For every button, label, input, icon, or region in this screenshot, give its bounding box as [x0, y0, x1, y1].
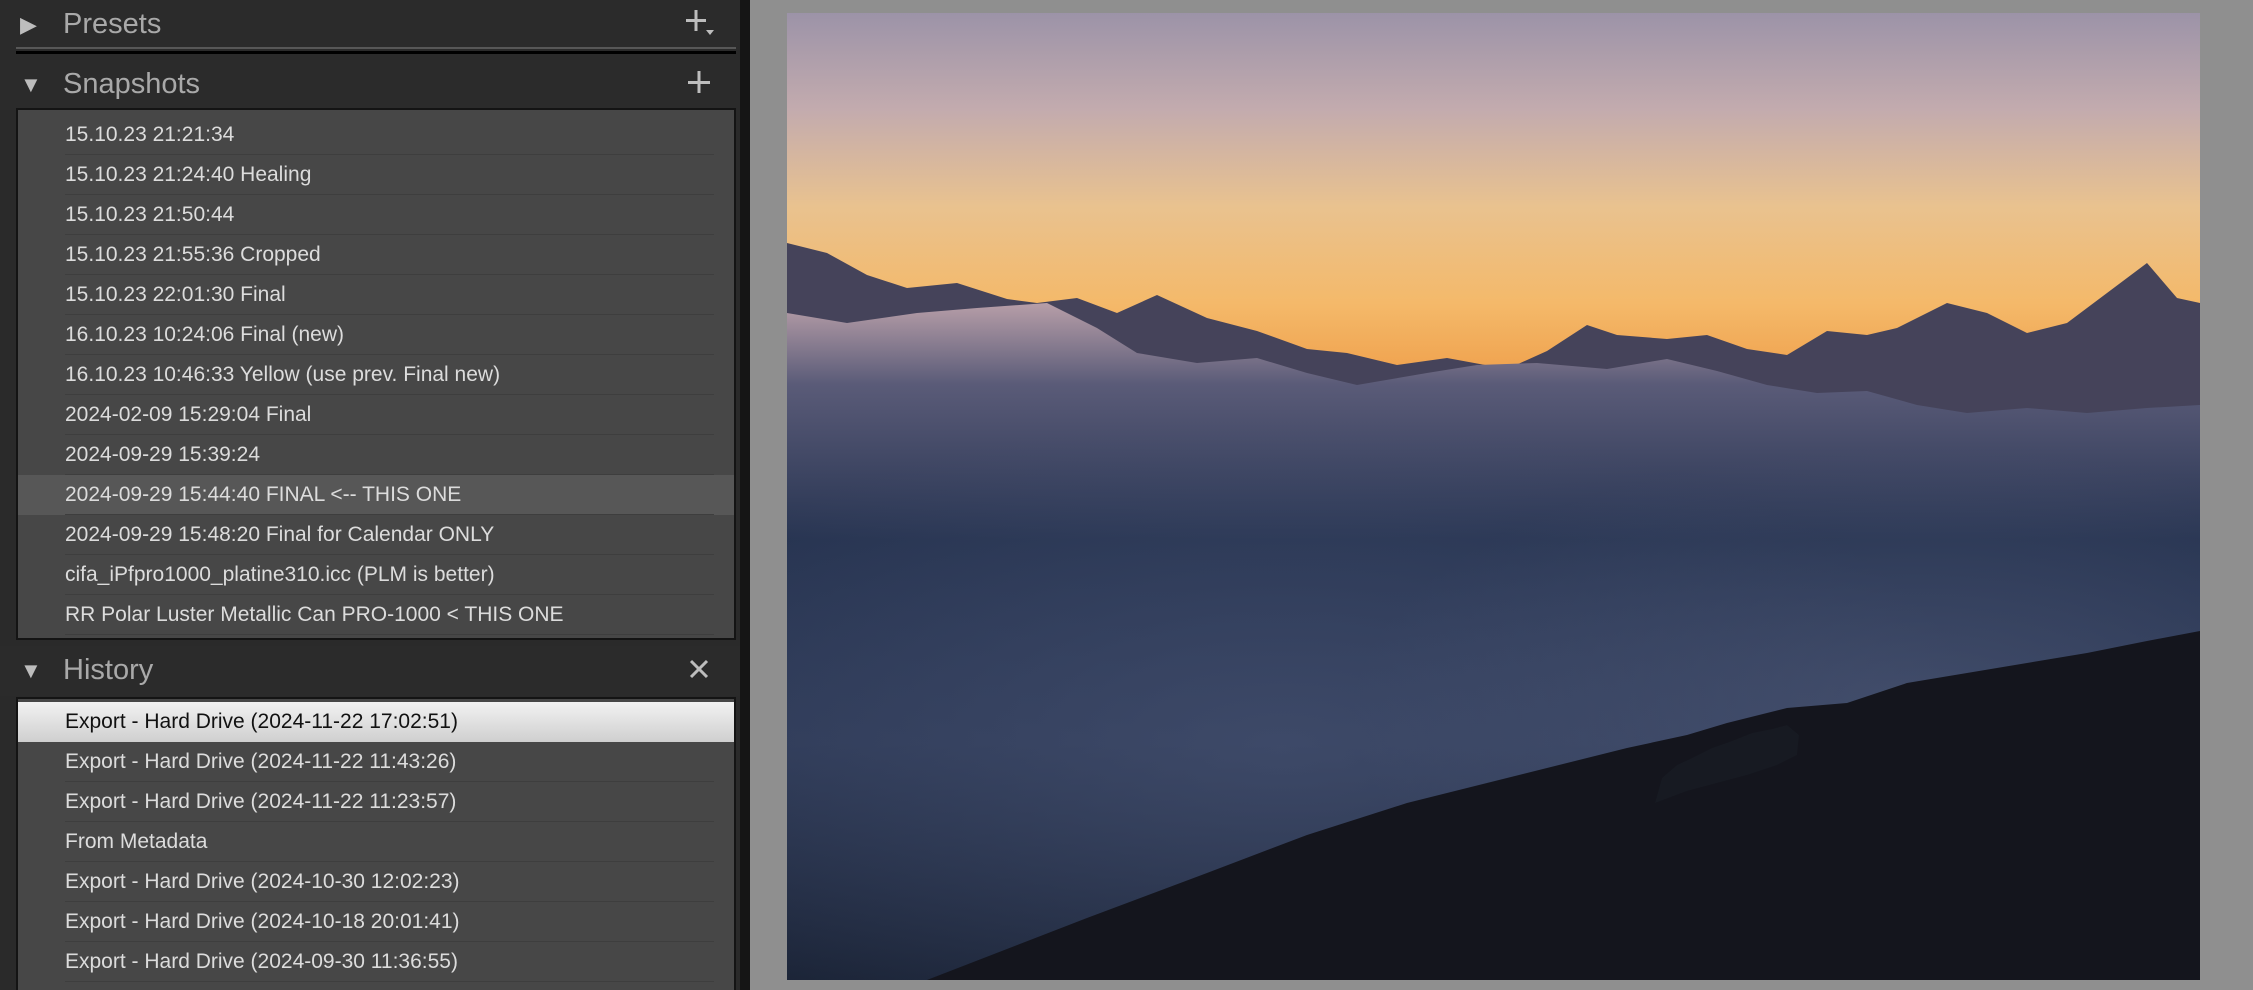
history-item-label: Export - Hard Drive (2024-09-30 11:36:55… [65, 950, 458, 973]
snapshot-item[interactable]: cifa_iPfpro1000_platine310.icc (PLM is b… [18, 555, 734, 595]
left-panel: ▶ Presets ▼ Snapshots 15.10.23 21:21:34 1… [0, 0, 750, 990]
mountain-sunset-photo [787, 13, 2200, 980]
add-snapshot-button[interactable] [682, 66, 716, 100]
history-item[interactable]: Export - Hard Drive (2024-11-22 11:43:26… [18, 742, 734, 782]
clear-history-button[interactable] [682, 652, 716, 686]
history-item-label: Export - Hard Drive (2024-11-22 11:23:57… [65, 790, 457, 813]
snapshot-item-label: RR Polar Luster Metallic Can PRO-1000 < … [65, 603, 564, 626]
history-item[interactable]: Export - Hard Drive (2024-09-30 11:36:55… [18, 942, 734, 982]
snapshots-title: Snapshots [63, 68, 201, 100]
snapshot-item-label: 2024-09-29 15:44:40 FINAL <-- THIS ONE [65, 483, 462, 506]
presets-title: Presets [63, 8, 162, 40]
history-panel-header[interactable]: ▼ History [0, 646, 740, 696]
preview-area [750, 0, 2253, 990]
history-item[interactable]: Export - Hard Drive (2024-10-18 20:01:41… [18, 902, 734, 942]
snapshot-item-label: cifa_iPfpro1000_platine310.icc (PLM is b… [65, 563, 495, 586]
snapshot-item[interactable]: 15.10.23 21:55:36 Cropped [18, 235, 734, 275]
snapshot-item[interactable]: 2024-09-29 15:39:24 [18, 435, 734, 475]
snapshot-item[interactable]: 16.10.23 10:24:06 Final (new) [18, 315, 734, 355]
snapshot-item-label: 15.10.23 21:50:44 [65, 203, 235, 226]
history-item[interactable]: From Metadata [18, 822, 734, 862]
collapsed-triangle-icon[interactable]: ▶ [20, 12, 46, 38]
snapshots-list: 15.10.23 21:21:34 15.10.23 21:24:40 Heali… [16, 108, 736, 640]
panel-divider[interactable] [740, 0, 750, 990]
snapshot-item[interactable]: 16.10.23 10:46:33 Yellow (use prev. Fina… [18, 355, 734, 395]
snapshots-panel-header[interactable]: ▼ Snapshots [0, 60, 740, 110]
row-separator [65, 981, 714, 982]
history-title: History [63, 654, 154, 686]
presets-divider-dark [16, 51, 736, 54]
presets-panel-header[interactable]: ▶ Presets [0, 0, 740, 50]
history-item-label: Export - Hard Drive (2024-11-22 11:43:26… [65, 750, 457, 773]
snapshot-item-label: 15.10.23 22:01:30 Final [65, 283, 286, 306]
plus-dropdown-icon [686, 10, 714, 35]
history-item[interactable]: Export - Hard Drive (2024-11-22 11:23:57… [18, 782, 734, 822]
history-item-label: Export - Hard Drive (2024-10-30 12:02:23… [65, 870, 460, 893]
history-item-label: Export - Hard Drive (2024-11-22 17:02:51… [65, 710, 458, 733]
snapshot-item[interactable]: 2024-09-29 15:44:40 FINAL <-- THIS ONE [18, 475, 734, 515]
history-list: Export - Hard Drive (2024-11-22 17:02:51… [16, 697, 736, 990]
history-item-label: From Metadata [65, 830, 208, 853]
plus-icon [688, 71, 710, 93]
presets-divider [16, 47, 736, 49]
snapshot-item-label: 15.10.23 21:21:34 [65, 123, 235, 146]
preview-photo[interactable] [787, 13, 2200, 980]
expanded-triangle-icon[interactable]: ▼ [20, 72, 46, 98]
snapshot-item[interactable]: 2024-02-09 15:29:04 Final [18, 395, 734, 435]
snapshot-item[interactable]: 15.10.23 22:01:30 Final [18, 275, 734, 315]
history-item[interactable]: Export - Hard Drive (2024-11-22 17:02:51… [18, 702, 734, 742]
snapshot-item[interactable]: 15.10.23 21:24:40 Healing [18, 155, 734, 195]
snapshot-item-label: 16.10.23 10:46:33 Yellow (use prev. Fina… [65, 363, 501, 386]
snapshot-item-label: 16.10.23 10:24:06 Final (new) [65, 323, 345, 346]
row-separator [65, 634, 714, 635]
close-icon [689, 659, 709, 679]
snapshot-item[interactable]: RR Polar Luster Metallic Can PRO-1000 < … [18, 595, 734, 635]
snapshot-item-label: 2024-09-29 15:48:20 Final for Calendar O… [65, 523, 495, 546]
snapshot-item[interactable]: 15.10.23 21:21:34 [18, 115, 734, 155]
history-item-label: Export - Hard Drive (2024-10-18 20:01:41… [65, 910, 460, 933]
snapshot-item-label: 2024-02-09 15:29:04 Final [65, 403, 312, 426]
history-item[interactable]: Export - Hard Drive (2024-10-30 12:02:23… [18, 862, 734, 902]
snapshot-item[interactable]: 2024-09-29 15:48:20 Final for Calendar O… [18, 515, 734, 555]
snapshot-item[interactable]: 15.10.23 21:50:44 [18, 195, 734, 235]
snapshot-item-label: 2024-09-29 15:39:24 [65, 443, 260, 466]
expanded-triangle-icon[interactable]: ▼ [20, 658, 46, 684]
snapshot-item-label: 15.10.23 21:24:40 Healing [65, 163, 312, 186]
add-preset-button[interactable] [682, 6, 716, 40]
snapshot-item-label: 15.10.23 21:55:36 Cropped [65, 243, 321, 266]
